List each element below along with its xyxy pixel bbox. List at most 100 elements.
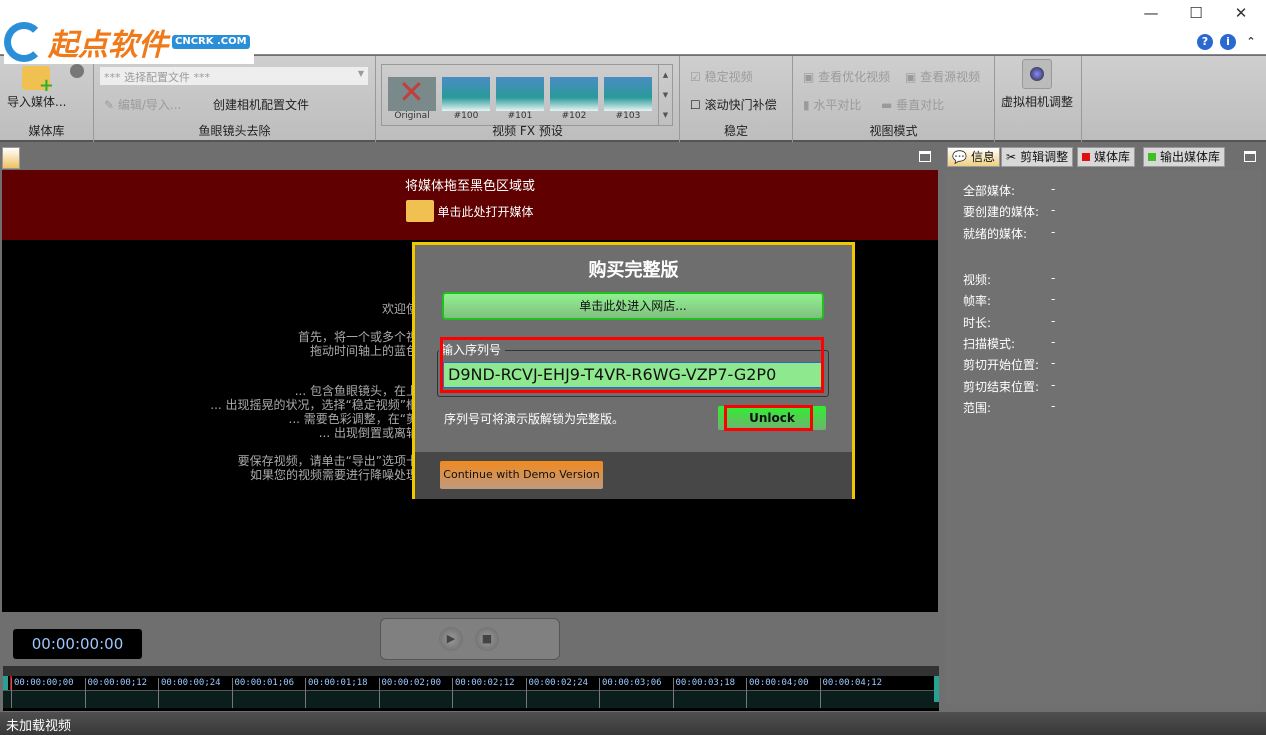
help-icon[interactable]: ?: [1197, 34, 1213, 50]
rolling-shutter-checkbox[interactable]: ☐ 滚动快门补偿: [690, 96, 777, 113]
group-media: + 导入媒体... 媒体库: [0, 56, 94, 142]
info-icon[interactable]: i: [1220, 34, 1236, 50]
preset-label: #101: [507, 111, 533, 121]
preset-gallery: ✕ Original #100 #101 #102 #103 ▲ ▼ ▼: [381, 64, 673, 126]
welcome-text: ... 出现倒置或离轴: [318, 426, 418, 440]
open-media-link[interactable]: 单击此处打开媒体: [437, 203, 533, 220]
info-label: 要创建的媒体:: [963, 205, 1040, 220]
info-row: 就绪的媒体: -: [963, 225, 1055, 242]
gallery-scroll[interactable]: ▲ ▼ ▼: [658, 65, 672, 125]
dialog-footer: Continue with Demo Version: [415, 452, 852, 499]
info-row: 帧率: -: [963, 292, 1055, 309]
rolling-shutter-label: 滚动快门补偿: [704, 98, 777, 112]
tab-label: 输出媒体库: [1160, 150, 1221, 164]
timeline-tick: 00:00:00;00: [11, 678, 74, 708]
tab-media-library[interactable]: 媒体库: [1077, 147, 1136, 167]
stabilize-checkbox[interactable]: ☑ 稳定视频: [690, 68, 753, 85]
timeline-tick: 00:00:02;00: [378, 678, 441, 708]
status-bar: 未加载视频: [0, 712, 1266, 735]
preset-original[interactable]: ✕: [388, 73, 436, 111]
group-label: 视频 FX 预设: [492, 124, 563, 138]
dialog-title: 购买完整版: [588, 260, 679, 281]
tab-label: 信息: [970, 150, 995, 164]
info-row: 要创建的媒体: -: [963, 203, 1055, 220]
create-camera-profile-button[interactable]: 创建相机配置文件: [213, 96, 309, 113]
label: 查看源视频: [920, 70, 981, 84]
info-value: -: [1051, 398, 1056, 413]
welcome-text: 拖动时间轴上的蓝色: [309, 344, 418, 358]
timeline-tick: 00:00:01;06: [231, 678, 294, 708]
group-camera[interactable]: 虚拟相机调整: [995, 56, 1082, 142]
chevron-down-icon: ▼: [357, 69, 364, 78]
preset-101[interactable]: [496, 77, 544, 111]
info-value: -: [1051, 224, 1056, 239]
tab-output-library[interactable]: 输出媒体库: [1143, 147, 1226, 167]
close-button[interactable]: ✕: [1226, 4, 1256, 26]
store-button[interactable]: 单击此处进入网店...: [442, 292, 824, 320]
info-value: -: [1051, 313, 1056, 328]
timeline-tick: 00:00:02;24: [525, 678, 588, 708]
logo-text: 起点软件: [48, 28, 168, 63]
info-label: 时长:: [963, 315, 992, 330]
tab-info[interactable]: 💬 信息: [947, 147, 1000, 167]
green-square-icon: [1148, 153, 1156, 161]
drop-zone-header[interactable]: 将媒体拖至黑色区域或 单击此处打开媒体: [2, 170, 938, 240]
tools-icon: ✂: [1006, 150, 1017, 164]
serial-hint: 序列号可将演示版解锁为完整版。: [444, 412, 625, 426]
timeline-tick: 00:00:03;06: [599, 678, 662, 708]
info-value: -: [1051, 182, 1056, 196]
timeline-tick: 00:00:04;00: [746, 678, 809, 708]
logo-mark: [4, 22, 44, 62]
preset-103[interactable]: [604, 77, 652, 111]
info-row: 剪切结束位置: -: [963, 378, 1055, 395]
info-label: 全部媒体:: [963, 184, 1016, 198]
maximize-button[interactable]: ☐: [1181, 4, 1211, 26]
virtual-camera-button[interactable]: 虚拟相机调整: [1001, 93, 1073, 110]
info-label: 剪切开始位置:: [963, 358, 1040, 373]
profile-select[interactable]: *** 选择配置文件 *** ▼: [100, 67, 368, 85]
group-fx-presets: ✕ Original #100 #101 #102 #103 ▲ ▼ ▼ 视频 FX…: [376, 56, 680, 142]
view-source-button[interactable]: ▣ 查看源视频: [905, 68, 980, 85]
stop-icon[interactable]: ■: [475, 627, 499, 651]
tab-clip-adjust[interactable]: ✂ 剪辑调整: [1001, 147, 1074, 167]
collapse-ribbon-icon[interactable]: ⌃: [1243, 34, 1259, 50]
out-marker[interactable]: [934, 676, 939, 702]
maximize-panel-icon[interactable]: [919, 151, 931, 162]
continue-demo-button[interactable]: Continue with Demo Version: [440, 461, 603, 489]
info-value: -: [1051, 292, 1056, 307]
info-label: 范围:: [963, 400, 992, 415]
info-value: -: [1051, 271, 1056, 285]
preset-102[interactable]: [550, 77, 598, 111]
edit-import-button[interactable]: ✎ 编辑/导入...: [104, 96, 181, 113]
status-text: 未加载视频: [6, 719, 72, 734]
preset-100[interactable]: [442, 77, 490, 111]
timeline-tick: 00:00:00;12: [84, 678, 147, 708]
edit-import-label: 编辑/导入...: [117, 98, 182, 112]
speech-bubble-icon: 💬: [952, 150, 967, 164]
preset-label: #103: [615, 111, 641, 121]
preset-label: Original: [394, 111, 430, 121]
minimize-group-icon[interactable]: [70, 64, 84, 78]
group-label: 稳定: [723, 124, 748, 138]
welcome-text: 如果您的视频需要进行降噪处理: [249, 468, 418, 482]
vertical-compare-button[interactable]: ▬ 垂直对比: [881, 96, 944, 113]
group-label: 鱼眼镜头去除: [198, 124, 271, 138]
group-label: 媒体库: [28, 124, 65, 138]
stabilize-label: 稳定视频: [704, 70, 753, 84]
media-tab[interactable]: [2, 147, 20, 169]
minimize-button[interactable]: —: [1136, 4, 1166, 26]
transport-controls: ▶ ■: [380, 618, 560, 660]
info-label: 就绪的媒体:: [963, 226, 1028, 241]
view-optimized-button[interactable]: ▣ 查看优化视频: [803, 68, 890, 85]
folder-add-icon: [406, 200, 435, 222]
import-media-button[interactable]: 导入媒体...: [7, 93, 66, 110]
maximize-panel-icon[interactable]: [1244, 151, 1256, 162]
horizontal-compare-button[interactable]: ▮ 水平对比: [803, 96, 861, 113]
timeline[interactable]: 00:00:00;00 00:00:00;12 00:00:00;24 00:00:0…: [3, 666, 939, 711]
highlight-box: [724, 405, 813, 431]
play-icon[interactable]: ▶: [439, 627, 463, 651]
logo-sub: CNCRK .COM: [172, 35, 250, 49]
info-value: -: [1051, 356, 1056, 371]
info-value: -: [1051, 334, 1056, 349]
group-stabilize: ☑ 稳定视频 ☐ 滚动快门补偿 稳定: [680, 56, 793, 142]
